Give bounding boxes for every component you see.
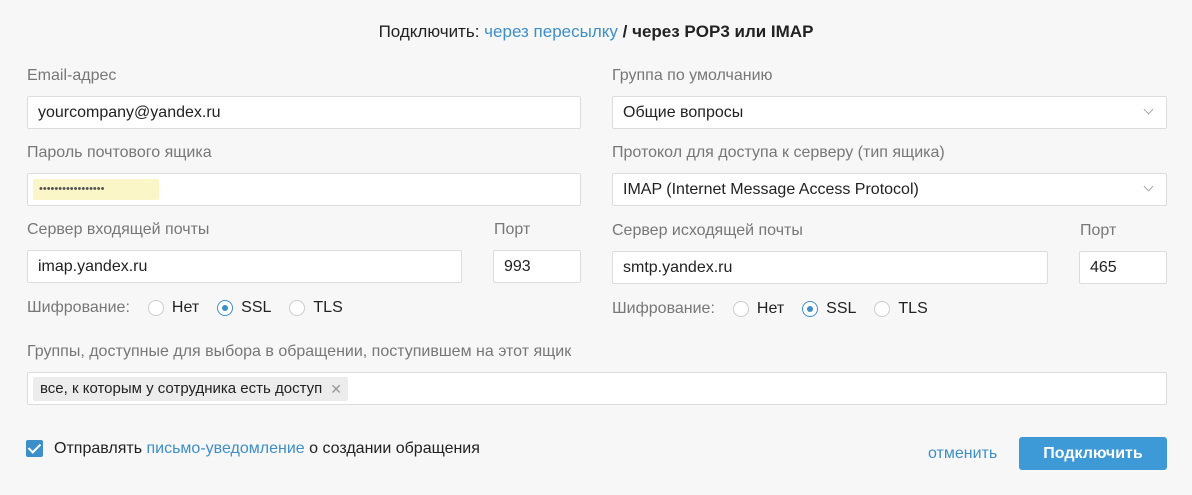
groups-label: Группы, доступные для выбора в обращении… (27, 343, 572, 360)
connect-button[interactable]: Подключить (1019, 437, 1167, 470)
incoming-encryption: Шифрование: Нет SSL TLS (27, 297, 361, 319)
notify-prefix: Отправлять (54, 440, 143, 457)
chevron-down-icon (1143, 104, 1154, 115)
incoming-enc-ssl[interactable]: SSL (217, 299, 271, 317)
incoming-enc-tls[interactable]: TLS (289, 299, 343, 317)
radio-label: Нет (756, 300, 785, 317)
outgoing-server-field[interactable]: smtp.yandex.ru (612, 251, 1048, 284)
email-field[interactable]: yourcompany@yandex.ru (27, 96, 581, 129)
protocol-label: Протокол для доступа к серверу (тип ящик… (612, 144, 945, 161)
radio-label: Нет (171, 299, 200, 316)
outgoing-enc-ssl[interactable]: SSL (802, 300, 856, 318)
password-label: Пароль почтового ящика (27, 144, 212, 161)
radio-label: SSL (241, 299, 272, 316)
forwarding-link[interactable]: через пересылку (484, 22, 618, 41)
outgoing-encryption: Шифрование: Нет SSL TLS (612, 298, 946, 320)
default-group-value: Общие вопросы (623, 104, 744, 121)
group-tag: все, к которым у сотрудника есть доступ … (33, 377, 348, 401)
password-field[interactable]: ••••••••••••••••• (27, 173, 581, 206)
outgoing-port-field[interactable]: 465 (1079, 251, 1167, 284)
close-icon[interactable]: ✕ (330, 377, 342, 401)
radio-label: TLS (898, 300, 928, 317)
incoming-port-field[interactable]: 993 (493, 250, 581, 283)
radio-icon (147, 300, 164, 316)
chevron-down-icon (1143, 181, 1154, 192)
radio-icon (289, 300, 306, 316)
incoming-enc-none[interactable]: Нет (147, 299, 200, 317)
notify-checkbox[interactable] (26, 440, 43, 457)
radio-selected-icon (802, 301, 819, 317)
default-group-label: Группа по умолчанию (612, 67, 773, 84)
password-autofill: ••••••••••••••••• (33, 179, 159, 200)
protocol-value: IMAP (Internet Message Access Protocol) (623, 181, 919, 198)
notification-letter-link[interactable]: письмо-уведомление (146, 440, 304, 457)
groups-tag-input[interactable]: все, к которым у сотрудника есть доступ … (27, 372, 1167, 405)
radio-label: TLS (313, 299, 343, 316)
page-title: Подключить: через пересылку / через POP3… (0, 22, 1192, 42)
default-group-select[interactable]: Общие вопросы (612, 96, 1167, 129)
outgoing-server-label: Сервер исходящей почты (612, 222, 803, 239)
notify-suffix: о создании обращения (309, 440, 480, 457)
incoming-port-label: Порт (494, 221, 531, 238)
protocol-select[interactable]: IMAP (Internet Message Access Protocol) (612, 173, 1167, 206)
email-label: Email-адрес (27, 67, 117, 84)
cancel-button[interactable]: отменить (928, 445, 997, 463)
group-tag-label: все, к которым у сотрудника есть доступ (40, 380, 323, 397)
outgoing-enc-none[interactable]: Нет (732, 300, 785, 318)
radio-icon (732, 301, 749, 317)
radio-label: SSL (826, 300, 857, 317)
outgoing-enc-tls[interactable]: TLS (874, 300, 928, 318)
title-separator: / (622, 22, 628, 41)
current-method: через POP3 или IMAP (632, 22, 814, 41)
radio-selected-icon (217, 300, 234, 316)
outgoing-encryption-label: Шифрование: (612, 300, 715, 317)
incoming-server-field[interactable]: imap.yandex.ru (27, 250, 462, 283)
outgoing-port-label: Порт (1080, 222, 1117, 239)
title-prefix: Подключить: (378, 22, 480, 41)
incoming-server-label: Сервер входящей почты (27, 221, 210, 238)
radio-icon (874, 301, 891, 317)
notify-label: Отправлять письмо-уведомление о создании… (54, 440, 480, 458)
incoming-encryption-label: Шифрование: (27, 299, 130, 316)
